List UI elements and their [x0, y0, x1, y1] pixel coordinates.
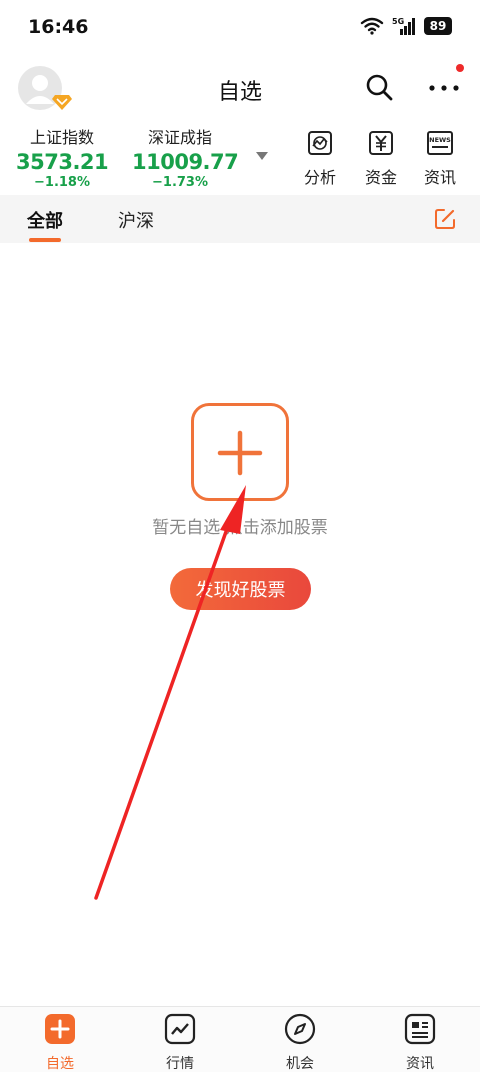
- tab-all[interactable]: 全部: [27, 207, 63, 233]
- nav-label: 机会: [286, 1056, 314, 1072]
- search-icon[interactable]: [364, 72, 394, 102]
- status-bar: 16:46 5G 89: [0, 0, 480, 56]
- bottom-nav: 自选 行情 机会 资讯: [0, 1006, 480, 1072]
- plus-square-icon: [45, 1014, 75, 1044]
- news-icon-text: NEWS: [429, 136, 451, 144]
- tool-label: 分析: [303, 168, 336, 187]
- signal-5g-icon: 5G: [392, 17, 415, 35]
- more-icon[interactable]: [426, 72, 462, 102]
- tab-hushen[interactable]: 沪深: [118, 207, 154, 233]
- index-value: 11009.77: [132, 150, 239, 174]
- tool-label: 资讯: [423, 168, 456, 187]
- status-icons: 5G 89: [360, 16, 452, 36]
- tabs-bar: 全部 沪深: [0, 195, 480, 243]
- trend-line-icon: [164, 1013, 196, 1045]
- header: 自选: [0, 60, 480, 116]
- index-value: 3573.21: [16, 150, 109, 174]
- nav-item-watchlist[interactable]: 自选: [20, 1013, 100, 1072]
- newspaper-icon: [404, 1013, 436, 1045]
- news-icon: NEWS: [427, 131, 453, 155]
- index-shanghai[interactable]: 上证指数 3573.21 −1.18%: [16, 124, 109, 190]
- add-stock-button[interactable]: [191, 403, 289, 501]
- index-name: 深证成指: [147, 128, 212, 147]
- analysis-chart-icon: [308, 131, 332, 155]
- tool-analysis[interactable]: 分析: [298, 130, 342, 188]
- plus-icon: [217, 430, 263, 476]
- tool-news[interactable]: NEWS 资讯: [418, 130, 462, 188]
- empty-hint[interactable]: 暂无自选 点击添加股票: [0, 513, 480, 538]
- status-time: 16:46: [28, 16, 89, 38]
- nav-label: 自选: [46, 1056, 74, 1072]
- nav-label: 资讯: [406, 1056, 434, 1072]
- battery-icon: 89: [424, 17, 452, 35]
- tool-funds[interactable]: 资金: [359, 130, 403, 188]
- wifi-icon: [360, 17, 384, 35]
- notification-dot: [456, 64, 464, 72]
- yen-icon: [369, 131, 393, 155]
- index-name: 上证指数: [29, 128, 94, 147]
- index-shenzhen[interactable]: 深证成指 11009.77 −1.73%: [132, 124, 239, 190]
- nav-item-news[interactable]: 资讯: [380, 1013, 460, 1072]
- index-dropdown-icon[interactable]: [256, 152, 268, 160]
- nav-label: 行情: [166, 1056, 194, 1072]
- index-change: −1.73%: [152, 175, 208, 190]
- discover-stocks-button[interactable]: 发现好股票: [170, 568, 311, 610]
- battery-level: 89: [429, 19, 447, 33]
- tab-active-indicator: [29, 238, 61, 242]
- edit-icon[interactable]: [433, 207, 457, 231]
- index-change: −1.18%: [34, 175, 90, 190]
- network-label: 5G: [392, 17, 404, 26]
- nav-item-opportunity[interactable]: 机会: [260, 1013, 340, 1072]
- tool-label: 资金: [364, 168, 397, 187]
- nav-item-market[interactable]: 行情: [140, 1013, 220, 1072]
- discover-stocks-label: 发现好股票: [195, 580, 286, 601]
- page-title: 自选: [217, 80, 262, 105]
- index-row: 上证指数 3573.21 −1.18% 深证成指 11009.77 −1.73%…: [0, 124, 480, 190]
- compass-icon: [284, 1013, 316, 1045]
